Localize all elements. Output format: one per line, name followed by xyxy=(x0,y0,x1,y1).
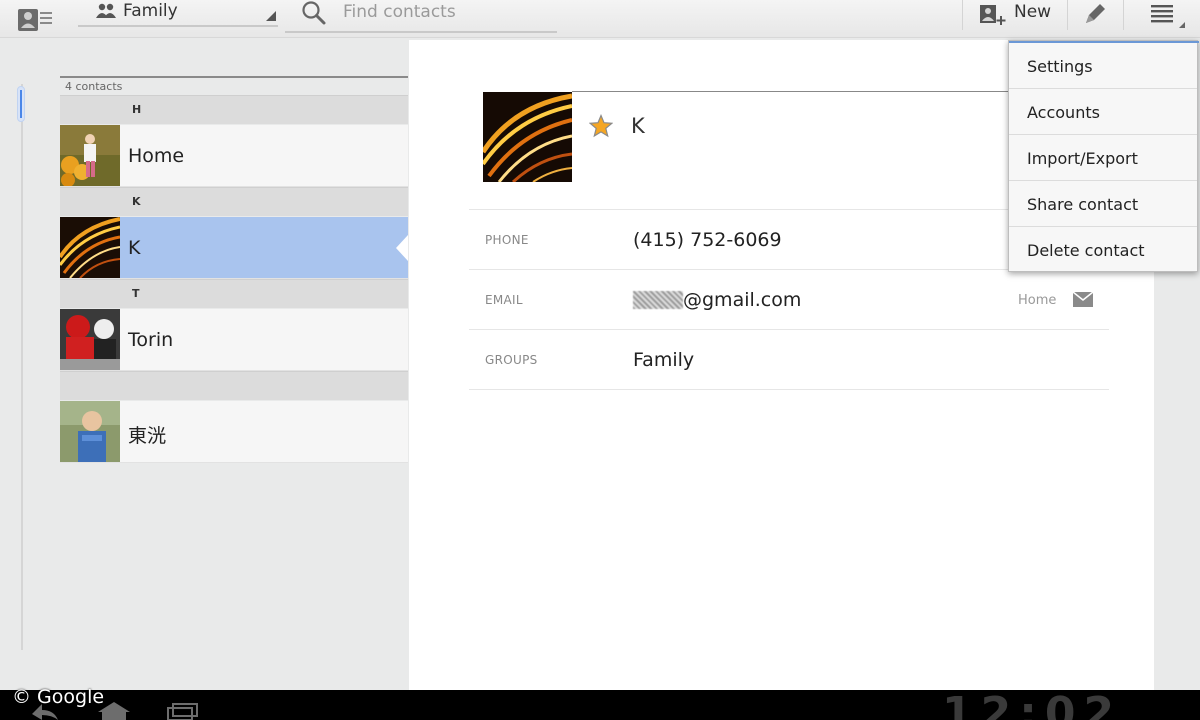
star-icon[interactable] xyxy=(589,114,613,138)
menu-item-label: Import/Export xyxy=(1027,149,1138,168)
contact-name: Home xyxy=(128,145,185,167)
email-value: @gmail.com xyxy=(633,289,801,311)
new-contact-button[interactable]: New xyxy=(964,0,1066,30)
contact-photo xyxy=(60,309,120,370)
selection-pointer xyxy=(396,235,408,261)
search-input[interactable]: Find contacts xyxy=(285,0,557,33)
email-domain: @gmail.com xyxy=(683,289,802,311)
fast-scroll-track[interactable] xyxy=(21,84,23,650)
section-header-other xyxy=(60,371,408,400)
list-divider xyxy=(60,76,408,78)
contact-count: 4 contacts xyxy=(65,80,123,93)
contact-name: K xyxy=(128,237,141,259)
menu-item-import-export[interactable]: Import/Export xyxy=(1009,135,1197,181)
edit-icon xyxy=(1086,4,1105,23)
copyright-watermark: © Google xyxy=(12,686,105,708)
overflow-menu: Settings Accounts Import/Export Share co… xyxy=(1008,40,1199,273)
recent-apps-icon[interactable] xyxy=(166,702,200,720)
contact-row-home[interactable]: Home xyxy=(60,125,408,187)
search-placeholder: Find contacts xyxy=(343,2,456,22)
phone-value: (415) 752-6069 xyxy=(633,229,782,251)
search-icon xyxy=(301,0,327,26)
section-header-label: K xyxy=(132,195,141,208)
detail-contact-photo[interactable] xyxy=(483,92,572,182)
menu-item-label: Delete contact xyxy=(1027,241,1145,260)
contact-row-torin[interactable]: Torin xyxy=(60,309,408,371)
menu-item-share-contact[interactable]: Share contact xyxy=(1009,181,1197,227)
contact-name: 東洸 xyxy=(128,425,167,447)
contact-row-higashi[interactable]: 東洸 xyxy=(60,401,408,463)
spinner-arrow-icon xyxy=(266,11,276,21)
new-contact-icon xyxy=(978,3,1008,27)
contact-list: 4 contacts H Home K K T Torin 東洸 xyxy=(60,76,408,476)
menu-corner-icon xyxy=(1179,22,1185,28)
contact-photo xyxy=(60,217,120,278)
section-header-h: H xyxy=(60,95,408,124)
groups-field[interactable]: GROUPS Family xyxy=(469,329,1109,389)
menu-item-label: Accounts xyxy=(1027,103,1100,122)
email-type: Home xyxy=(1018,293,1057,308)
action-divider xyxy=(962,0,963,30)
overflow-menu-icon xyxy=(1151,5,1173,23)
detail-contact-name: K xyxy=(631,114,645,138)
action-bar: Family Find contacts New xyxy=(0,0,1200,38)
menu-item-delete-contact[interactable]: Delete contact xyxy=(1009,227,1197,273)
menu-item-accounts[interactable]: Accounts xyxy=(1009,89,1197,135)
menu-item-label: Share contact xyxy=(1027,195,1139,214)
group-icon xyxy=(96,2,116,20)
overflow-menu-button[interactable] xyxy=(1124,0,1200,34)
menu-item-settings[interactable]: Settings xyxy=(1009,43,1197,89)
contacts-app-icon[interactable] xyxy=(14,3,58,33)
redacted-username xyxy=(633,291,683,309)
group-spinner-label: Family xyxy=(123,1,178,21)
mail-icon[interactable] xyxy=(1073,292,1093,307)
field-label: EMAIL xyxy=(485,293,523,307)
fields-divider xyxy=(469,389,1109,390)
section-header-label: H xyxy=(132,103,142,116)
menu-item-label: Settings xyxy=(1027,57,1093,76)
edit-button[interactable] xyxy=(1068,0,1122,30)
section-header-k: K xyxy=(60,187,408,216)
section-header-label: T xyxy=(132,287,140,300)
groups-value: Family xyxy=(633,349,695,371)
new-contact-label: New xyxy=(1014,2,1052,22)
contact-photo xyxy=(60,125,120,186)
contact-row-k[interactable]: K xyxy=(60,217,408,279)
fast-scroll-thumb[interactable] xyxy=(17,86,25,122)
system-clock: 12:02 xyxy=(942,692,1123,720)
field-label: GROUPS xyxy=(485,353,538,367)
group-spinner[interactable]: Family xyxy=(78,0,278,27)
section-header-t: T xyxy=(60,279,408,308)
email-field[interactable]: EMAIL @gmail.com Home xyxy=(469,269,1109,329)
contact-name: Torin xyxy=(128,329,174,351)
contact-photo xyxy=(60,401,120,462)
field-label: PHONE xyxy=(485,233,529,247)
